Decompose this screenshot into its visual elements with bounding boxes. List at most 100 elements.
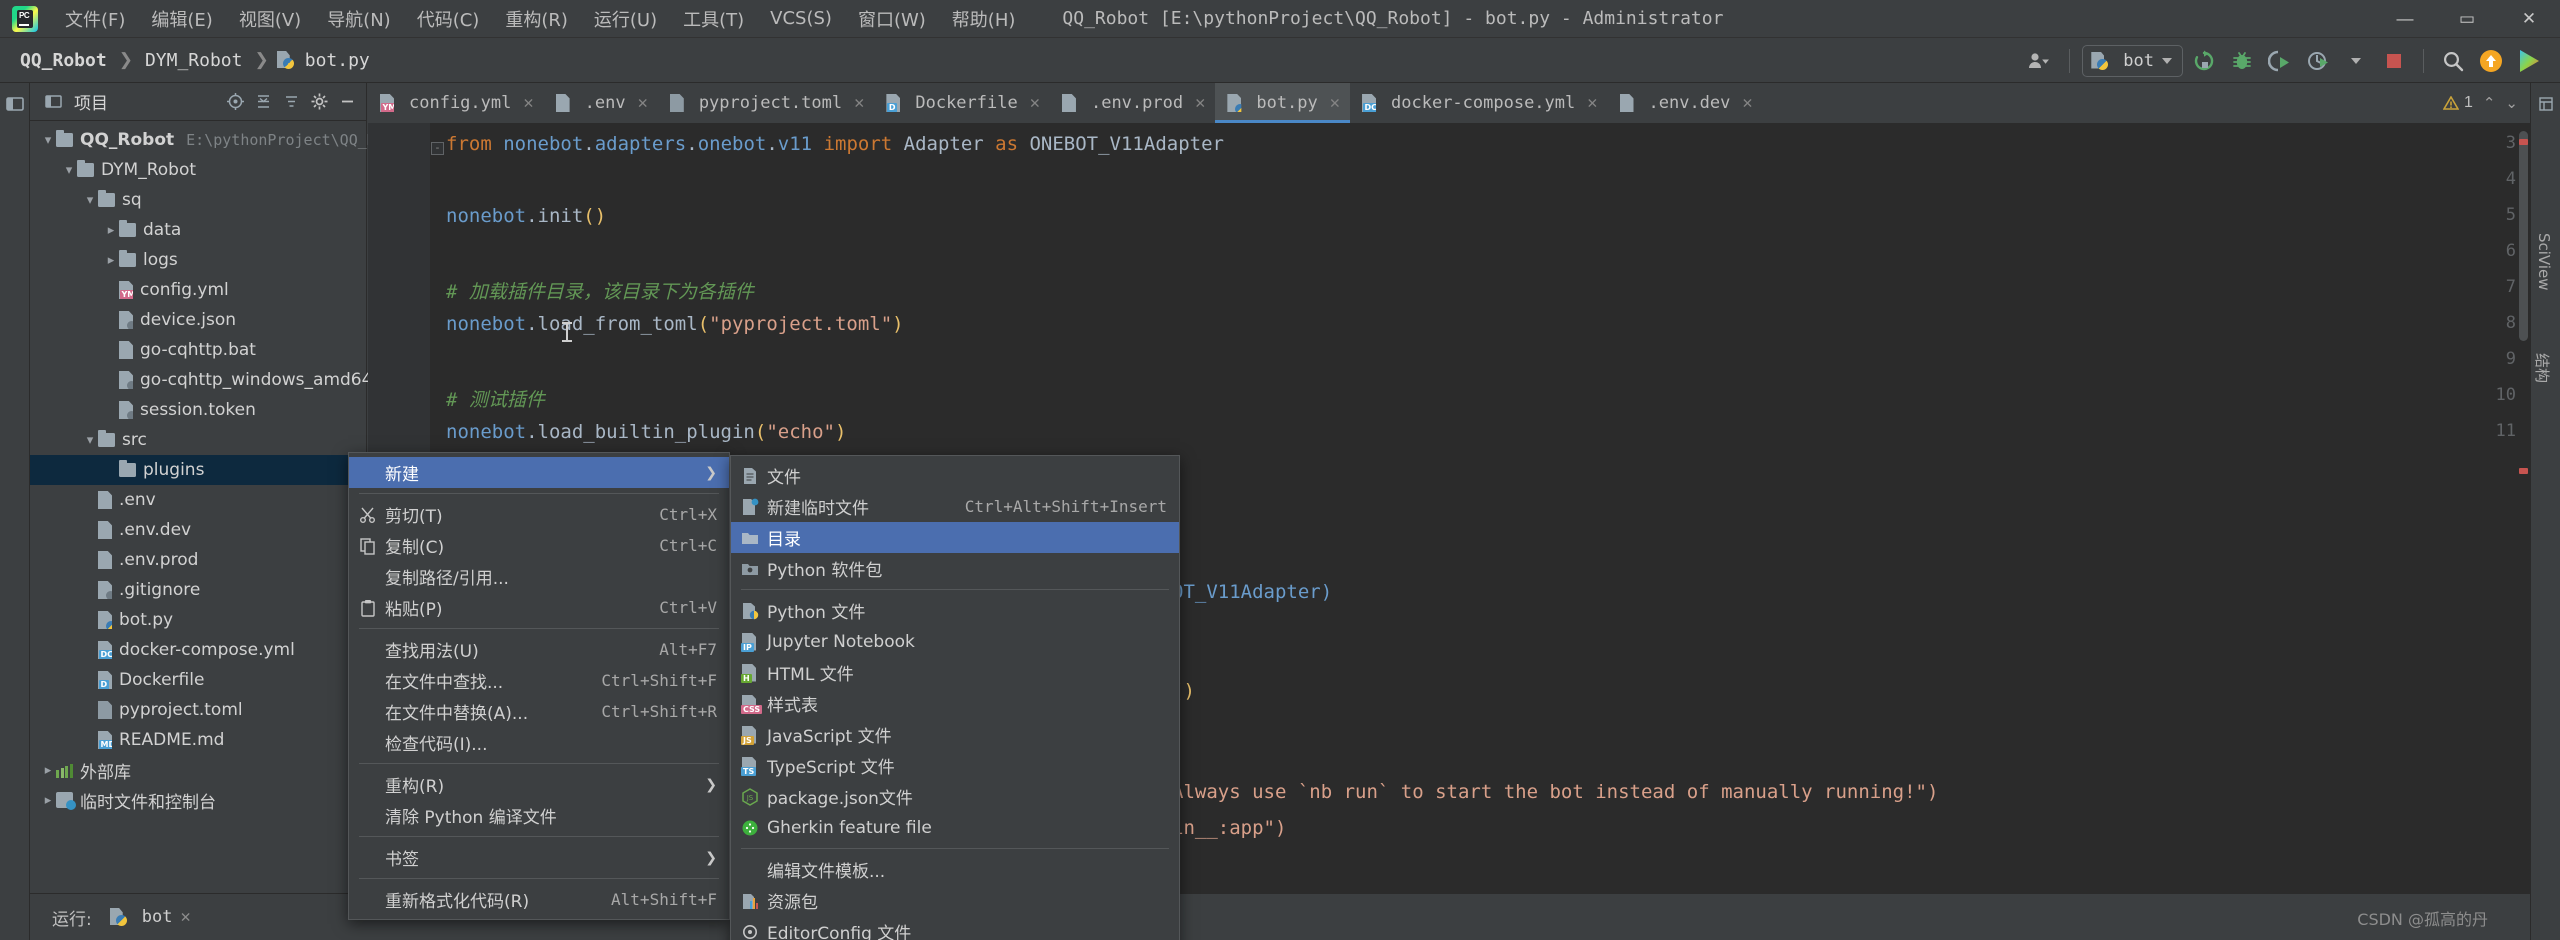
close-button[interactable]: ✕ bbox=[2498, 0, 2560, 38]
tree-item[interactable]: go-cqhttp.bat bbox=[30, 335, 366, 365]
tree-item[interactable]: ▾ DYM_Robot bbox=[30, 155, 366, 185]
menu-item-----------[interactable]: 复制路径/引用... bbox=[349, 561, 729, 592]
menu-item----[interactable]: CSS 样式表 bbox=[731, 688, 1179, 719]
project-tool-icon[interactable] bbox=[2, 91, 28, 117]
menu-item---[interactable]: 新建 ❯ bbox=[349, 457, 729, 488]
close-tab-icon[interactable]: ✕ bbox=[1195, 93, 1205, 113]
gear-icon[interactable] bbox=[306, 89, 332, 115]
tree-item[interactable]: ▸ logs bbox=[30, 245, 366, 275]
close-tab-icon[interactable]: ✕ bbox=[1587, 93, 1597, 113]
minimize-button[interactable]: — bbox=[2374, 0, 2436, 38]
tree-item[interactable]: ▸ data bbox=[30, 215, 366, 245]
search-everywhere-icon[interactable] bbox=[2436, 45, 2470, 77]
chevron-down-icon[interactable]: ▾ bbox=[82, 432, 98, 448]
tree-item[interactable]: .env.prod bbox=[30, 545, 366, 575]
menu-item-5[interactable]: 重构(R) bbox=[492, 2, 581, 36]
tree-item[interactable]: ▸ 外部库 bbox=[30, 755, 366, 785]
breadcrumb-item-module[interactable]: DYM_Robot bbox=[141, 48, 247, 73]
hide-panel-icon[interactable] bbox=[334, 89, 360, 115]
menu-item-------[interactable]: 新建临时文件 Ctrl+Alt+Shift+Insert bbox=[731, 491, 1179, 522]
maximize-button[interactable]: ▭ bbox=[2436, 0, 2498, 38]
editor-tab-bot-py[interactable]: bot.py ✕ bbox=[1215, 83, 1351, 123]
menu-item-0[interactable]: 文件(F) bbox=[52, 2, 138, 36]
editor-tab-pyproject-toml[interactable]: pyproject.toml ✕ bbox=[658, 83, 875, 123]
tab-structure[interactable]: 结构 bbox=[2532, 353, 2553, 383]
run-configuration-selector[interactable]: bot bbox=[2082, 44, 2183, 77]
error-stripe-marker[interactable] bbox=[2519, 139, 2528, 145]
menu-item-gherkin-feature-file[interactable]: Gherkin feature file bbox=[731, 812, 1179, 843]
editor-tab-config-yml[interactable]: YML config.yml ✕ bbox=[368, 83, 544, 123]
tree-item[interactable]: bot.py bbox=[30, 605, 366, 635]
profile-icon[interactable] bbox=[2301, 45, 2335, 77]
menu-item-python---[interactable]: Python 文件 bbox=[731, 595, 1179, 626]
target-icon[interactable] bbox=[222, 89, 248, 115]
tree-item[interactable]: device.json bbox=[30, 305, 366, 335]
menu-item-editorconfig---[interactable]: EditorConfig 文件 bbox=[731, 916, 1179, 940]
tab-sciview[interactable]: SciView bbox=[2535, 233, 2553, 291]
menu-item-1[interactable]: 编辑(E) bbox=[138, 2, 225, 36]
tree-item[interactable]: .gitignore bbox=[30, 575, 366, 605]
updates-icon[interactable] bbox=[2474, 45, 2508, 77]
menu-item----------[interactable]: 在文件中查找... Ctrl+Shift+F bbox=[349, 665, 729, 696]
menu-item-jupyter-notebook[interactable]: IP Jupyter Notebook bbox=[731, 626, 1179, 657]
tree-item[interactable]: DC docker-compose.yml bbox=[30, 635, 366, 665]
close-icon[interactable]: ✕ bbox=[180, 907, 190, 927]
menu-item-html---[interactable]: H HTML 文件 bbox=[731, 657, 1179, 688]
project-view-icon[interactable] bbox=[40, 89, 66, 115]
menu-item-9[interactable]: 窗口(W) bbox=[845, 2, 939, 36]
chevron-down-icon[interactable]: ▾ bbox=[40, 132, 56, 148]
menu-item-7[interactable]: 工具(T) bbox=[670, 2, 757, 36]
menu-item------i----[interactable]: 检查代码(I)... bbox=[349, 727, 729, 758]
menu-item-2[interactable]: 视图(V) bbox=[226, 2, 314, 36]
user-settings-icon[interactable] bbox=[2023, 45, 2057, 77]
chevron-right-icon[interactable]: ▸ bbox=[103, 252, 119, 268]
menu-item----c-[interactable]: 复制(C) Ctrl+C bbox=[349, 530, 729, 561]
chevron-up-icon[interactable]: ⌃ bbox=[2483, 94, 2496, 112]
tree-item[interactable]: ▾ QQ_Robot E:\pythonProject\QQ_Robot bbox=[30, 125, 412, 155]
menu-item-6[interactable]: 运行(U) bbox=[581, 2, 670, 36]
menu-item-3[interactable]: 导航(N) bbox=[314, 2, 404, 36]
close-tab-icon[interactable]: ✕ bbox=[1330, 93, 1340, 113]
tree-item-selected[interactable]: plugins bbox=[30, 455, 366, 485]
menu-item-10[interactable]: 帮助(H) bbox=[939, 2, 1029, 36]
menu-item---[interactable]: 目录 bbox=[731, 522, 1179, 553]
editor-tab--env-prod[interactable]: .env.prod ✕ bbox=[1050, 83, 1215, 123]
close-tab-icon[interactable]: ✕ bbox=[638, 93, 648, 113]
tree-item[interactable]: MD README.md bbox=[30, 725, 366, 755]
menu-item---------r-[interactable]: 重新格式化代码(R) Alt+Shift+F bbox=[349, 884, 729, 915]
tree-item[interactable]: go-cqhttp_windows_amd64.exe bbox=[30, 365, 408, 395]
editor-tab-docker-compose-yml[interactable]: DC docker-compose.yml ✕ bbox=[1350, 83, 1607, 123]
menu-item---[interactable]: 书签 ❯ bbox=[349, 842, 729, 873]
tree-item[interactable]: pyproject.toml bbox=[30, 695, 366, 725]
menu-item----[interactable]: 资源包 bbox=[731, 885, 1179, 916]
breadcrumb-item-file[interactable]: bot.py bbox=[301, 48, 374, 73]
run-with-coverage-icon[interactable] bbox=[2263, 45, 2297, 77]
menu-item--------a----[interactable]: 在文件中替换(A)... Ctrl+Shift+R bbox=[349, 696, 729, 727]
menu-item-package-json--[interactable]: JS package.json文件 bbox=[731, 781, 1179, 812]
close-tab-icon[interactable]: ✕ bbox=[1030, 93, 1040, 113]
breadcrumb-item-project[interactable]: QQ_Robot bbox=[16, 48, 111, 73]
menu-item-4[interactable]: 代码(C) bbox=[404, 2, 493, 36]
menu-item-8[interactable]: VCS(S) bbox=[757, 4, 845, 33]
debug-bug-icon[interactable] bbox=[2225, 45, 2259, 77]
tree-item[interactable]: YML config.yml bbox=[30, 275, 366, 305]
ai-assistant-icon[interactable] bbox=[2512, 45, 2546, 77]
menu-item-javascript---[interactable]: JS JavaScript 文件 bbox=[731, 719, 1179, 750]
chevron-down-icon[interactable] bbox=[2339, 45, 2373, 77]
menu-item---[interactable]: 文件 bbox=[731, 460, 1179, 491]
tree-item[interactable]: .env.dev bbox=[30, 515, 366, 545]
inspection-warning-badge[interactable]: 1 bbox=[2442, 94, 2473, 112]
stop-icon[interactable] bbox=[2377, 45, 2411, 77]
menu-item-python----[interactable]: Python 软件包 bbox=[731, 553, 1179, 584]
menu-item-typescript---[interactable]: TS TypeScript 文件 bbox=[731, 750, 1179, 781]
chevron-down-icon[interactable]: ⌄ bbox=[2505, 94, 2518, 112]
chevron-down-icon[interactable]: ▾ bbox=[61, 162, 77, 178]
run-tab-bot[interactable]: bot ✕ bbox=[110, 907, 191, 927]
collapse-all-icon[interactable] bbox=[278, 89, 304, 115]
menu-item----python-----[interactable]: 清除 Python 编译文件 bbox=[349, 800, 729, 831]
close-tab-icon[interactable]: ✕ bbox=[1742, 93, 1752, 113]
tree-item[interactable]: .env bbox=[30, 485, 366, 515]
menu-item------u-[interactable]: 查找用法(U) Alt+F7 bbox=[349, 634, 729, 665]
menu-item----p-[interactable]: 粘贴(P) Ctrl+V bbox=[349, 592, 729, 623]
tree-item[interactable]: ▸ 临时文件和控制台 bbox=[30, 785, 366, 815]
